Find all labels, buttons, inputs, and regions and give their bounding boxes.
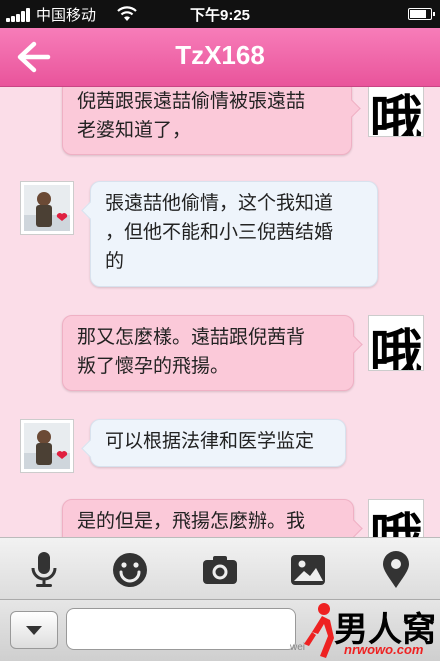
status-bar: 中国移动 下午9:25 bbox=[0, 0, 440, 28]
microphone-icon[interactable] bbox=[24, 550, 64, 590]
input-bar: wei 男人窝 nrwowo.com bbox=[0, 599, 440, 661]
avatar-contact[interactable] bbox=[20, 419, 74, 473]
avatar-self[interactable]: 哦 bbox=[368, 315, 424, 371]
message-line: 那又怎麼樣。遠喆跟倪茜背 bbox=[77, 326, 306, 348]
avatar-self[interactable]: 哦 bbox=[368, 87, 424, 137]
watermark-logo-url: nrwowo.com bbox=[344, 642, 424, 657]
avatar-char: 哦 bbox=[369, 90, 422, 137]
chevron-down-icon bbox=[26, 626, 42, 635]
avatar-self[interactable]: 哦 bbox=[368, 499, 424, 537]
chat-messages[interactable]: 倪茜跟張遠喆偷情被張遠喆 老婆知道了， 哦 張遠喆他偷情，这个我知道 ，但他不能… bbox=[0, 87, 440, 537]
chat-title: TzX168 bbox=[175, 40, 265, 70]
smiley-icon[interactable] bbox=[110, 550, 150, 590]
expand-toolbar-button[interactable] bbox=[10, 611, 58, 649]
location-pin-icon[interactable] bbox=[376, 550, 416, 590]
message-line: 老婆知道了， bbox=[77, 119, 192, 141]
attachment-toolbar bbox=[0, 537, 440, 600]
contact-photo-icon bbox=[24, 423, 70, 469]
nav-bar: TzX168 bbox=[0, 28, 440, 87]
avatar-contact[interactable] bbox=[20, 181, 74, 235]
message-input[interactable] bbox=[66, 608, 296, 650]
message-line: 叛了懷孕的飛揚。 bbox=[77, 355, 230, 377]
status-time: 下午9:25 bbox=[189, 7, 251, 24]
battery-icon bbox=[408, 8, 435, 20]
watermark-logo: 男人窝 nrwowo.com bbox=[300, 602, 440, 660]
camera-icon[interactable] bbox=[200, 550, 240, 590]
message-bubble-sent[interactable]: 倪茜跟張遠喆偷情被張遠喆 老婆知道了， bbox=[62, 87, 361, 155]
contact-photo-icon bbox=[24, 185, 70, 231]
avatar-char: 哦 bbox=[369, 324, 422, 371]
message-bubble-received[interactable]: 張遠喆他偷情，这个我知道 ，但他不能和小三倪茜结婚 的 bbox=[81, 181, 378, 287]
message-line: 可以根据法律和医学监定 bbox=[105, 430, 315, 452]
message-line: ，但他不能和小三倪茜结婚 bbox=[105, 221, 334, 243]
message-bubble-sent[interactable]: 是的但是，飛揚怎麼辦。我 bbox=[62, 499, 363, 537]
avatar-char: 哦 bbox=[369, 500, 423, 537]
message-line: 倪茜跟張遠喆偷情被張遠喆 bbox=[77, 90, 306, 112]
message-line: 張遠喆他偷情，这个我知道 bbox=[105, 192, 334, 214]
message-line: 的 bbox=[105, 250, 125, 272]
image-icon[interactable] bbox=[288, 550, 328, 590]
message-bubble-received[interactable]: 可以根据法律和医学监定 bbox=[81, 419, 346, 467]
runner-figure-icon bbox=[304, 603, 334, 658]
message-line: 是的但是，飛揚怎麼辦。我 bbox=[77, 510, 306, 532]
message-bubble-sent[interactable]: 那又怎麼樣。遠喆跟倪茜背 叛了懷孕的飛揚。 bbox=[62, 315, 363, 391]
